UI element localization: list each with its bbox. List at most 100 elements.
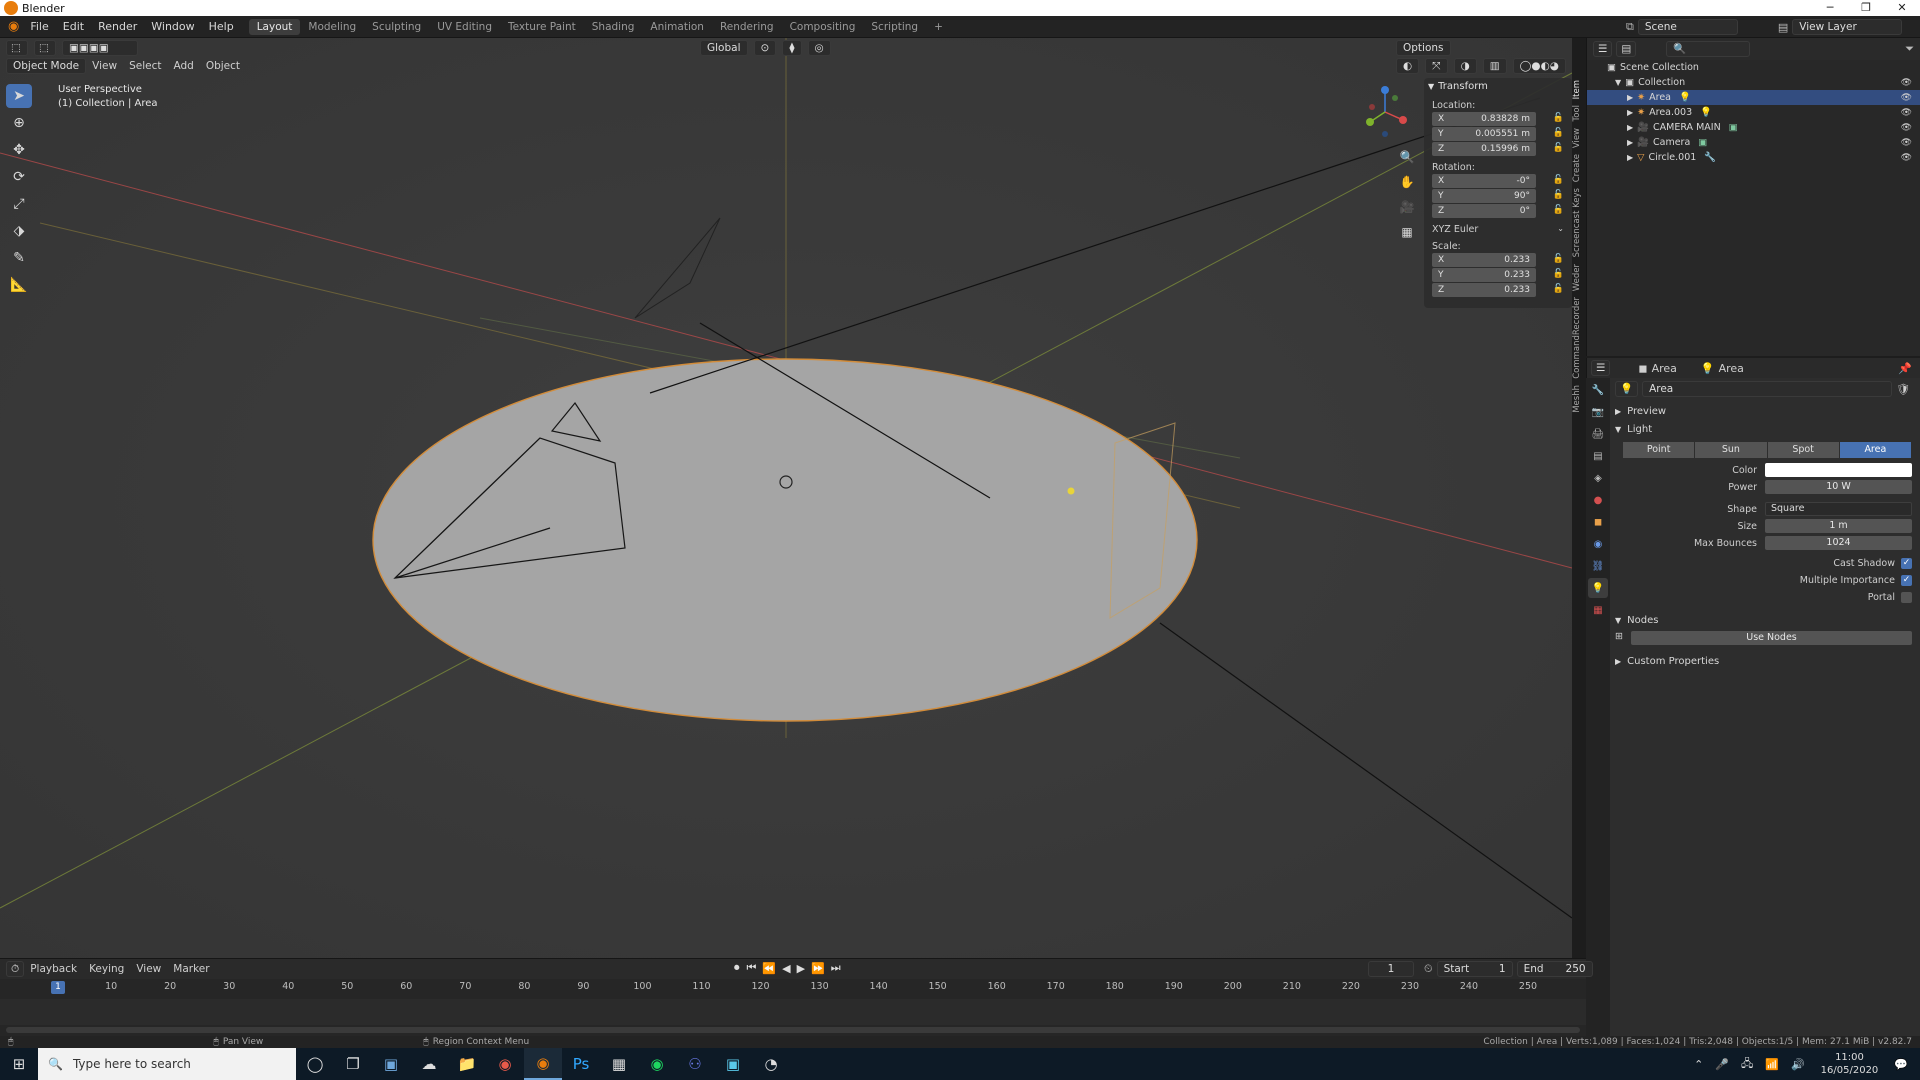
portal-checkbox[interactable] (1901, 591, 1912, 603)
transform-header[interactable]: Transform (1438, 81, 1488, 92)
lock-icon[interactable]: 🔓 (1553, 254, 1564, 264)
tab-layout[interactable]: Layout (248, 18, 301, 35)
close-icon[interactable]: ✕ (1884, 0, 1920, 16)
app-icon-1[interactable]: ▣ (372, 1048, 410, 1080)
network-icon[interactable]: 🖧 (1741, 1055, 1753, 1074)
scale-tool-icon[interactable]: ⤢ (6, 192, 32, 216)
eye-icon[interactable]: 👁 (1901, 93, 1912, 103)
zoom-icon[interactable]: 🔍 (1394, 146, 1420, 168)
shading-mode-icons[interactable]: ◯●◐◕ (1512, 58, 1566, 74)
scale-z-field[interactable]: Z 0.233 (1432, 283, 1536, 297)
sidebar-tab-weder[interactable]: Weder (1572, 264, 1582, 291)
object-tab-icon[interactable]: ◼ (1588, 512, 1608, 532)
menu-edit[interactable]: Edit (56, 20, 91, 33)
file-explorer-icon[interactable]: 📁 (448, 1048, 486, 1080)
timeline-menu-marker[interactable]: Marker (167, 961, 215, 977)
pivot-point-icon[interactable]: ⊙ (753, 40, 777, 56)
spotify-icon[interactable]: ◉ (638, 1048, 676, 1080)
current-frame-field[interactable]: 1 (1368, 961, 1414, 977)
outliner-item-camera-main[interactable]: ▶ 🎥 CAMERA MAIN ▣ 👁 (1587, 120, 1920, 135)
playhead[interactable]: 1 (51, 981, 65, 994)
measure-tool-icon[interactable]: 📐 (6, 273, 32, 297)
expand-icon[interactable]: ▶ (1627, 153, 1633, 162)
clock[interactable]: 11:00 16/05/2020 (1821, 1051, 1879, 1077)
view-layer-tab-icon[interactable]: ▤ (1588, 446, 1608, 466)
teams-icon[interactable]: ⚇ (676, 1048, 714, 1080)
play-icon[interactable]: ▶ (797, 962, 805, 975)
tool-tab-icon[interactable]: 🔧 (1588, 380, 1608, 400)
cast-shadow-checkbox[interactable]: ✓ (1901, 557, 1912, 569)
expand-icon[interactable]: ▶ (1627, 93, 1633, 102)
app-icon-3[interactable]: ▣ (714, 1048, 752, 1080)
light-type-spot[interactable]: Spot (1767, 442, 1840, 458)
section-custom-properties[interactable]: ▶ Custom Properties (1615, 652, 1920, 670)
prev-keyframe-icon[interactable]: ⏪ (762, 962, 776, 975)
annotate-tool-icon[interactable]: ✎ (6, 246, 32, 270)
use-nodes-button[interactable]: Use Nodes (1631, 631, 1912, 645)
select-tool-icon[interactable]: ➤ (6, 84, 32, 108)
section-light[interactable]: ▼ Light (1615, 420, 1920, 438)
timeline-menu-view[interactable]: View (130, 961, 167, 977)
jump-start-icon[interactable]: ⏮ (747, 961, 757, 975)
expand-icon[interactable]: ▶ (1627, 138, 1633, 147)
timeline-ruler[interactable]: 1 10 20 30 40 50 60 70 80 90 100 110 120 130 140 150 160… (0, 979, 1586, 995)
jump-end-icon[interactable]: ⏭ (831, 961, 841, 975)
color-swatch[interactable] (1765, 463, 1912, 477)
tab-modeling[interactable]: Modeling (300, 19, 364, 35)
rotation-y-field[interactable]: Y 90° (1432, 189, 1536, 203)
end-frame-field[interactable]: End 250 (1516, 961, 1593, 977)
timeline-scrollbar[interactable] (6, 1027, 1580, 1033)
xray-icon[interactable]: ▥ (1482, 58, 1507, 74)
lock-icon[interactable]: 🔓 (1553, 205, 1564, 215)
sidebar-tab-view[interactable]: View (1572, 128, 1582, 148)
pan-icon[interactable]: ✋ (1394, 171, 1420, 193)
timeline-menu-playback[interactable]: Playback (24, 961, 83, 977)
viewport-menu-view[interactable]: View (86, 58, 123, 74)
restore-icon[interactable]: ❐ (1848, 0, 1884, 16)
outliner-scene-collection[interactable]: ▣ Scene Collection (1587, 60, 1920, 75)
location-z-field[interactable]: Z 0.15996 m (1432, 142, 1536, 156)
wifi-icon[interactable]: 📶 (1765, 1058, 1779, 1071)
collapse-icon[interactable]: ▼ (1428, 82, 1434, 91)
outliner-item-area-003[interactable]: ▶ ✷ Area.003 💡 👁 (1587, 105, 1920, 120)
tab-rendering[interactable]: Rendering (712, 19, 782, 35)
section-preview[interactable]: ▶ Preview (1615, 402, 1920, 420)
outliner-item-circle-001[interactable]: ▶ ▽ Circle.001 🔧 👁 (1587, 150, 1920, 165)
editor-type-icon[interactable]: ⬚ (6, 40, 28, 56)
visibility-icon[interactable]: ◐ (1396, 58, 1420, 74)
eye-icon[interactable]: 👁 (1901, 123, 1912, 133)
microphone-icon[interactable]: 🎤 (1715, 1058, 1729, 1071)
properties-editor-icon[interactable]: ☰ (1591, 360, 1611, 376)
outliner-item-camera[interactable]: ▶ 🎥 Camera ▣ 👁 (1587, 135, 1920, 150)
move-tool-icon[interactable]: ✥ (6, 138, 32, 162)
timeline-menu-keying[interactable]: Keying (83, 961, 130, 977)
chrome-icon[interactable]: ◉ (486, 1048, 524, 1080)
calculator-icon[interactable]: ▦ (600, 1048, 638, 1080)
outliner-item-area[interactable]: ▶ ✷ Area 💡 👁 (1587, 90, 1920, 105)
play-reverse-icon[interactable]: ◀ (782, 962, 790, 975)
render-tab-icon[interactable]: 📷 (1588, 402, 1608, 422)
notifications-icon[interactable]: 💬 (1894, 1058, 1908, 1071)
menu-help[interactable]: Help (202, 20, 241, 33)
expand-icon[interactable]: ▶ (1627, 123, 1633, 132)
scale-x-field[interactable]: X 0.233 (1432, 253, 1536, 267)
output-tab-icon[interactable]: 🖨 (1588, 424, 1608, 444)
display-mode-icon[interactable]: ▤ (1616, 41, 1637, 57)
section-nodes[interactable]: ▼ Nodes (1615, 611, 1920, 629)
sidebar-tab-tool[interactable]: Tool (1572, 105, 1582, 122)
lock-icon[interactable]: 🔓 (1553, 175, 1564, 185)
world-tab-icon[interactable]: ● (1588, 490, 1608, 510)
sidebar-tab-screencast-keys[interactable]: Screencast Keys (1572, 188, 1582, 257)
location-y-field[interactable]: Y 0.005551 m (1432, 127, 1536, 141)
snap-icon[interactable]: ⧫ (782, 40, 802, 56)
light-type-point[interactable]: Point (1623, 442, 1696, 458)
add-workspace-button[interactable]: + (926, 19, 951, 35)
timeline-editor-icon[interactable]: ⏱ (6, 961, 25, 977)
sidebar-tab-create[interactable]: Create (1572, 154, 1582, 182)
datablock-name-field[interactable]: Area (1642, 381, 1893, 397)
expand-icon[interactable]: ▶ (1627, 108, 1633, 117)
lock-icon[interactable]: 🔓 (1553, 128, 1564, 138)
eye-icon[interactable]: 👁 (1901, 108, 1912, 118)
physics-tab-icon[interactable]: ◉ (1588, 534, 1608, 554)
view-layer-selector[interactable]: View Layer (1792, 19, 1903, 35)
